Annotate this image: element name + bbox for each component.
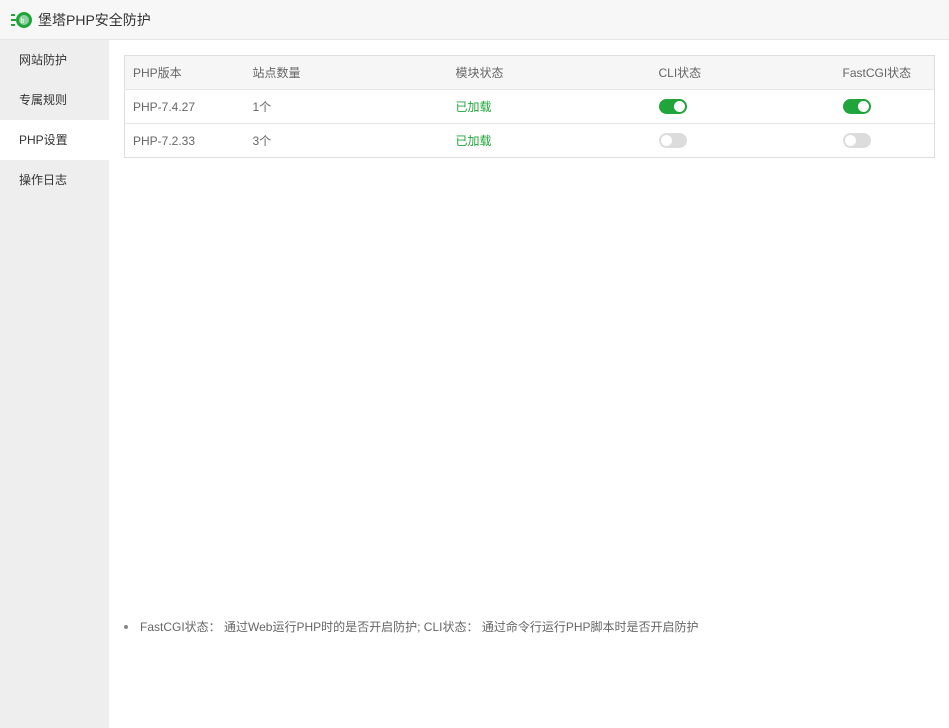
svg-text:b: b	[21, 18, 25, 25]
module-status-cell: 已加载	[455, 134, 492, 148]
cli-toggle[interactable]	[658, 99, 687, 115]
sidebar-item-php-settings[interactable]: PHP设置	[0, 120, 109, 160]
sidebar: 网站防护 专属规则 PHP设置 操作日志	[0, 40, 109, 728]
php-settings-table: PHP版本 站点数量 模块状态 CLI状态 FastCGI状态 PHP-7.4.…	[124, 55, 935, 158]
bullet-icon	[124, 624, 128, 629]
header-fastcgi-status: FastCGI状态	[834, 55, 935, 90]
help-note-text: FastCGI状态： 通过Web运行PHP时的是否开启防护; CLI状态： 通过…	[140, 620, 699, 634]
header-module-status: 模块状态	[447, 55, 651, 90]
help-note-item: FastCGI状态： 通过Web运行PHP时的是否开启防护; CLI状态： 通过…	[124, 618, 699, 635]
title-bar: b 堡塔PHP安全防护	[0, 0, 949, 40]
php-version-cell: PHP-7.4.27	[124, 89, 245, 124]
fastcgi-toggle[interactable]	[842, 99, 871, 115]
fastcgi-toggle-cell	[834, 89, 935, 124]
app-title: 堡塔PHP安全防护	[38, 11, 151, 28]
header-cli-status: CLI状态	[650, 55, 835, 90]
toggle-knob	[857, 101, 869, 113]
toggle-knob	[844, 135, 856, 147]
cli-toggle[interactable]	[658, 133, 687, 149]
toggle-knob	[673, 101, 685, 113]
site-count-cell: 3个	[252, 134, 272, 148]
table-header-row: PHP版本 站点数量 模块状态 CLI状态 FastCGI状态	[124, 55, 935, 90]
header-php-version: PHP版本	[124, 55, 245, 90]
header-site-count: 站点数量	[244, 55, 448, 90]
site-count-cell: 1个	[244, 89, 448, 124]
module-status-cell: 已加载	[447, 89, 651, 124]
sidebar-item-site-protection[interactable]: 网站防护	[0, 40, 109, 80]
cli-toggle-cell	[650, 89, 835, 124]
sidebar-item-operation-log[interactable]: 操作日志	[0, 160, 109, 200]
sidebar-item-custom-rules[interactable]: 专属规则	[0, 80, 109, 120]
help-notes: FastCGI状态： 通过Web运行PHP时的是否开启防护; CLI状态： 通过…	[124, 618, 699, 635]
fastcgi-toggle-cell	[835, 124, 935, 158]
fastcgi-toggle[interactable]	[842, 133, 871, 149]
main-content: PHP版本 站点数量 模块状态 CLI状态 FastCGI状态 PHP-7.4.…	[109, 40, 949, 728]
cli-toggle-cell	[651, 124, 835, 158]
php-version-cell: PHP-7.2.33	[133, 133, 196, 148]
bt-logo-icon: b	[11, 11, 32, 28]
toggle-knob	[660, 135, 672, 147]
table-row: PHP-7.4.27 1个 已加载	[124, 89, 935, 124]
table-row: PHP-7.2.33 3个 已加载	[125, 124, 935, 158]
